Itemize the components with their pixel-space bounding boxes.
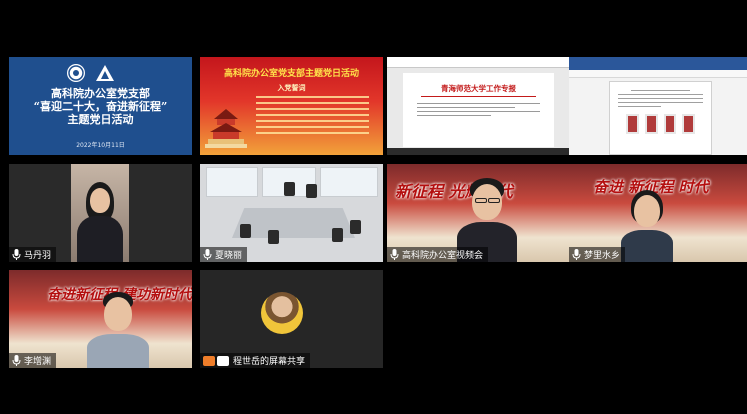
participant-name: 马丹羽 bbox=[24, 251, 52, 261]
slide-date: 2022年10月11日 bbox=[76, 142, 125, 149]
slide-title-line2: “喜迎二十大，奋进新征程” bbox=[33, 100, 168, 113]
chair bbox=[332, 228, 343, 242]
document-title: 青海师范大学工作专报 bbox=[441, 84, 516, 93]
document-page: 青海师范大学工作专报 bbox=[403, 73, 554, 147]
window bbox=[206, 167, 258, 197]
title-rule bbox=[421, 96, 536, 97]
word-text-lines bbox=[618, 90, 703, 110]
microphone-icon bbox=[12, 355, 21, 366]
microphone-icon bbox=[572, 249, 581, 260]
document-text-lines bbox=[417, 103, 540, 119]
participant-name: 李增渊 bbox=[24, 357, 52, 367]
participant-name-bar: 高科院办公室视频会 bbox=[387, 247, 489, 262]
institute-logo-icon bbox=[95, 64, 115, 82]
participant-name: 梦里水乡 bbox=[584, 251, 621, 261]
slide-title: 高科院办公室党支部主题党日活动 bbox=[223, 69, 359, 79]
oath-text-lines bbox=[256, 96, 369, 138]
word-ribbon bbox=[569, 57, 747, 70]
video-tile-participant-2[interactable]: 夏晓丽 bbox=[200, 164, 383, 262]
slide-title-line1: 高科院办公室党支部 bbox=[51, 87, 150, 100]
video-tile-participant-1[interactable]: 马丹羽 bbox=[9, 164, 192, 262]
taskbar bbox=[387, 148, 570, 155]
microphone-icon bbox=[12, 249, 21, 260]
shared-word-document[interactable] bbox=[569, 57, 747, 155]
chair bbox=[350, 220, 361, 234]
slide-title: 高科院办公室党支部 “喜迎二十大，奋进新征程” 主题党日活动 bbox=[9, 87, 192, 126]
screen-share-tile[interactable]: 程世岳的屏幕共享 bbox=[200, 270, 383, 368]
participant-name-bar: 马丹羽 bbox=[9, 247, 57, 262]
screen-share-name-bar: 程世岳的屏幕共享 bbox=[200, 353, 311, 368]
shared-slide-oath[interactable]: 高科院办公室党支部主题党日活动 入党誓词 bbox=[200, 57, 383, 155]
photo-row bbox=[626, 114, 695, 134]
avatar bbox=[261, 292, 303, 334]
person-seated bbox=[306, 184, 317, 198]
video-tile-participant-4[interactable]: 奋进 新征程 时代 梦里水乡 bbox=[569, 164, 747, 262]
window bbox=[320, 167, 378, 197]
person bbox=[71, 164, 129, 262]
person-seated bbox=[284, 182, 295, 196]
word-toolbar bbox=[569, 70, 747, 78]
participant-name: 夏晓丽 bbox=[215, 251, 243, 261]
video-tile-participant-3[interactable]: 新征程 光辉时代 高科院办公室视频会 bbox=[387, 164, 570, 262]
participant-name: 高科院办公室视频会 bbox=[402, 251, 484, 261]
logos bbox=[67, 64, 115, 82]
microphone-icon bbox=[203, 249, 212, 260]
participant-name: 程世岳的屏幕共享 bbox=[233, 357, 306, 367]
slide-title-line3: 主题党日活动 bbox=[67, 113, 134, 126]
shared-slide-title[interactable]: 高科院办公室党支部 “喜迎二十大，奋进新征程” 主题党日活动 2022年10月1… bbox=[9, 57, 192, 155]
microphone-icon bbox=[390, 249, 399, 260]
shared-document[interactable]: 青海师范大学工作专报 bbox=[387, 57, 570, 155]
chair bbox=[240, 224, 251, 238]
screen-share-icon bbox=[203, 355, 229, 366]
participant-name-bar: 夏晓丽 bbox=[200, 247, 248, 262]
participant-name-bar: 李增渊 bbox=[9, 353, 57, 368]
temple-of-heaven-icon bbox=[204, 105, 248, 151]
word-page bbox=[609, 81, 712, 155]
university-logo-icon bbox=[67, 64, 85, 82]
viewer-toolbar bbox=[387, 57, 570, 68]
chair bbox=[268, 230, 279, 244]
slide-subtitle: 入党誓词 bbox=[277, 84, 306, 92]
person bbox=[87, 292, 149, 368]
person bbox=[619, 190, 675, 262]
participant-name-bar: 梦里水乡 bbox=[569, 247, 626, 262]
video-tile-participant-5[interactable]: 奋进新征程 建功新时代 李增渊 bbox=[9, 270, 192, 368]
